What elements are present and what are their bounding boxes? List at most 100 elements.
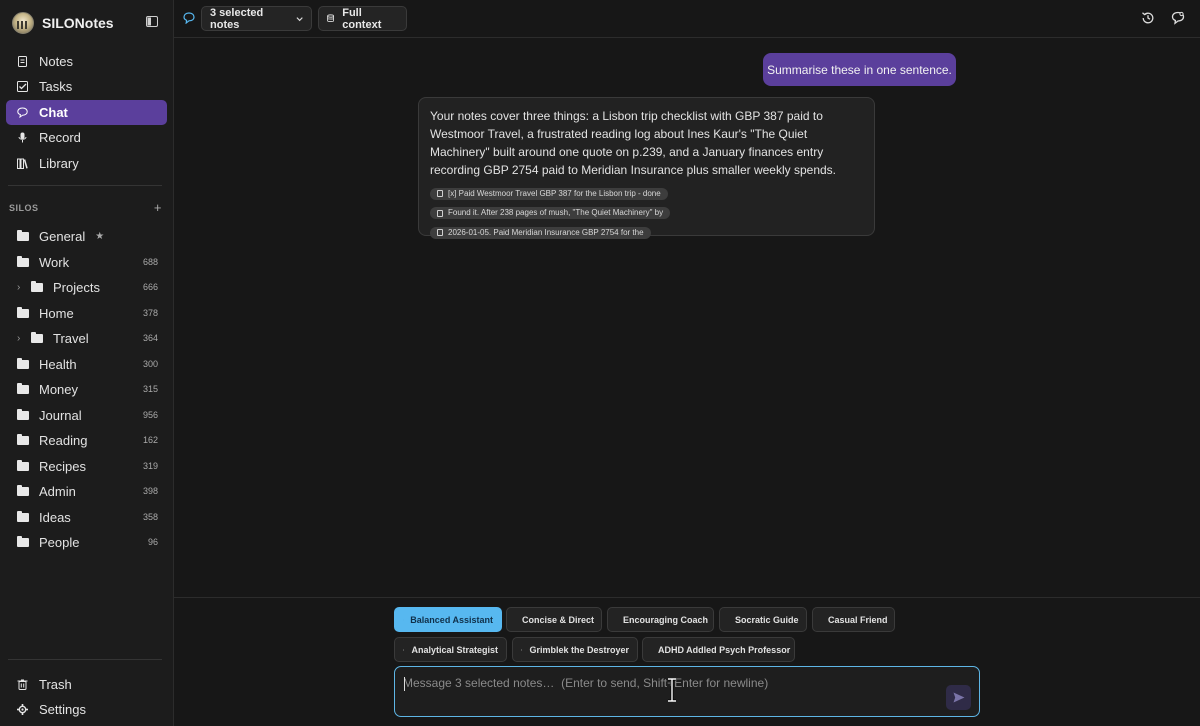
star-icon[interactable]: ★ bbox=[95, 231, 104, 242]
persona-grimblek-the-destroyer[interactable]: Grimblek the Destroyer bbox=[512, 637, 638, 662]
nav-label: Settings bbox=[39, 702, 86, 717]
nav-record[interactable]: Record bbox=[6, 125, 167, 150]
persona-adhd-addled-psych-professor[interactable]: ADHD Addled Psych Professor bbox=[642, 637, 795, 662]
sidebar-collapse-icon[interactable] bbox=[146, 16, 158, 27]
gear-icon bbox=[17, 704, 28, 715]
folder-icon bbox=[17, 535, 29, 547]
persona-label: Grimblek the Destroyer bbox=[529, 644, 629, 655]
database-icon bbox=[327, 14, 335, 22]
selected-notes-label: 3 selected notes bbox=[210, 6, 264, 31]
silo-journal[interactable]: Journal 956 bbox=[6, 403, 164, 427]
folder-icon bbox=[17, 408, 29, 420]
silo-work[interactable]: Work 688 bbox=[6, 250, 164, 274]
silo-name: General bbox=[39, 228, 86, 244]
flask-icon bbox=[403, 648, 405, 651]
chevron-down-icon bbox=[296, 16, 303, 21]
persona-analytical-strategist[interactable]: Analytical Strategist bbox=[394, 637, 507, 662]
silos-heading: SILOS + bbox=[9, 200, 162, 215]
silo-count: 364 bbox=[142, 333, 158, 343]
folder-icon bbox=[17, 255, 29, 267]
persona-concise-direct[interactable]: Concise & Direct bbox=[506, 607, 602, 632]
nav-tasks[interactable]: Tasks bbox=[6, 74, 167, 99]
full-context-label: Full context bbox=[342, 6, 382, 31]
persona-label: Casual Friend bbox=[828, 614, 888, 625]
app-logo bbox=[12, 12, 34, 34]
app-name: SILONotes bbox=[42, 15, 114, 31]
silos-heading-label: SILOS bbox=[9, 203, 39, 213]
new-chat-icon[interactable] bbox=[1171, 11, 1185, 25]
silo-money[interactable]: Money 315 bbox=[6, 377, 164, 401]
persona-label: Concise & Direct bbox=[522, 614, 595, 625]
chat-bubble-icon bbox=[17, 107, 28, 118]
nav-chat[interactable]: Chat bbox=[6, 100, 167, 125]
silo-general[interactable]: General ★ bbox=[6, 224, 164, 248]
nav-label: Notes bbox=[39, 54, 73, 69]
nav-label: Record bbox=[39, 130, 81, 145]
persona-encouraging-coach[interactable]: Encouraging Coach bbox=[607, 607, 714, 632]
document-icon bbox=[437, 209, 443, 217]
silo-people[interactable]: People 96 bbox=[6, 530, 164, 554]
silo-health[interactable]: Health 300 bbox=[6, 352, 164, 376]
text-caret bbox=[404, 677, 405, 691]
silo-count: 319 bbox=[142, 461, 158, 471]
trash-icon bbox=[17, 679, 28, 690]
divider bbox=[8, 659, 162, 660]
assistant-message-text: Your notes cover three things: a Lisbon … bbox=[430, 109, 836, 177]
silo-projects[interactable]: › Projects 666 bbox=[6, 275, 164, 299]
persona-casual-friend[interactable]: Casual Friend bbox=[812, 607, 895, 632]
silo-name: Money bbox=[39, 381, 79, 397]
message-input-box[interactable] bbox=[394, 666, 980, 717]
sidebar: SILONotes Notes Tasks Chat Record Librar… bbox=[0, 0, 174, 726]
source-chip[interactable]: 2026-01-05. Paid Meridian Insurance GBP … bbox=[430, 226, 651, 239]
brand: SILONotes bbox=[12, 11, 162, 35]
chevron-right-icon[interactable]: › bbox=[17, 333, 25, 344]
document-icon bbox=[18, 56, 27, 67]
history-icon[interactable] bbox=[1141, 11, 1155, 25]
persona-label: Balanced Assistant bbox=[410, 614, 493, 625]
send-button[interactable] bbox=[946, 685, 971, 710]
silo-reading[interactable]: Reading 162 bbox=[6, 428, 164, 452]
skull-icon bbox=[521, 648, 523, 651]
folder-icon bbox=[17, 459, 29, 471]
folder-icon bbox=[17, 357, 29, 369]
source-chip[interactable]: [x] Paid Westmoor Travel GBP 387 for the… bbox=[430, 187, 668, 200]
document-icon bbox=[437, 229, 443, 236]
folder-icon bbox=[17, 229, 29, 241]
silo-admin[interactable]: Admin 398 bbox=[6, 479, 164, 503]
folder-icon bbox=[17, 510, 29, 522]
divider bbox=[8, 185, 162, 186]
silo-ideas[interactable]: Ideas 358 bbox=[6, 505, 164, 529]
source-chip[interactable]: Found it. After 238 pages of mush, "The … bbox=[430, 207, 671, 219]
silo-count: 300 bbox=[142, 359, 158, 369]
folder-icon bbox=[17, 306, 29, 318]
source-chip-label: Found it. After 238 pages of mush, "The … bbox=[448, 208, 664, 217]
nav-notes[interactable]: Notes bbox=[6, 49, 167, 74]
microphone-icon bbox=[18, 132, 27, 143]
silo-travel[interactable]: › Travel 364 bbox=[6, 326, 164, 350]
folder-icon bbox=[17, 382, 29, 394]
persona-label: Encouraging Coach bbox=[623, 614, 709, 625]
document-icon bbox=[437, 190, 443, 197]
persona-label: Socratic Guide bbox=[735, 614, 799, 625]
silo-count: 358 bbox=[142, 512, 158, 522]
full-context-button[interactable]: Full context bbox=[318, 6, 407, 31]
silo-home[interactable]: Home 378 bbox=[6, 301, 164, 325]
silo-name: Journal bbox=[39, 407, 82, 423]
folder-icon bbox=[31, 280, 43, 292]
silo-recipes[interactable]: Recipes 319 bbox=[6, 454, 164, 478]
nav-library[interactable]: Library bbox=[6, 151, 167, 176]
silo-name: People bbox=[39, 534, 80, 550]
chat-topbar: 3 selected notes Full context bbox=[174, 0, 1200, 38]
add-silo-button[interactable]: + bbox=[154, 200, 162, 215]
chevron-right-icon[interactable]: › bbox=[17, 282, 25, 293]
nav-label: Chat bbox=[39, 105, 68, 120]
nav-settings[interactable]: Settings bbox=[6, 697, 167, 722]
persona-socratic-guide[interactable]: Socratic Guide bbox=[719, 607, 807, 632]
persona-balanced-assistant[interactable]: Balanced Assistant bbox=[394, 607, 502, 632]
source-chip-label: [x] Paid Westmoor Travel GBP 387 for the… bbox=[448, 188, 661, 198]
selected-notes-dropdown[interactable]: 3 selected notes bbox=[201, 6, 312, 31]
silo-count: 96 bbox=[147, 537, 158, 547]
nav-label: Tasks bbox=[39, 79, 73, 94]
nav-trash[interactable]: Trash bbox=[6, 672, 167, 697]
assistant-message: Your notes cover three things: a Lisbon … bbox=[418, 97, 875, 239]
